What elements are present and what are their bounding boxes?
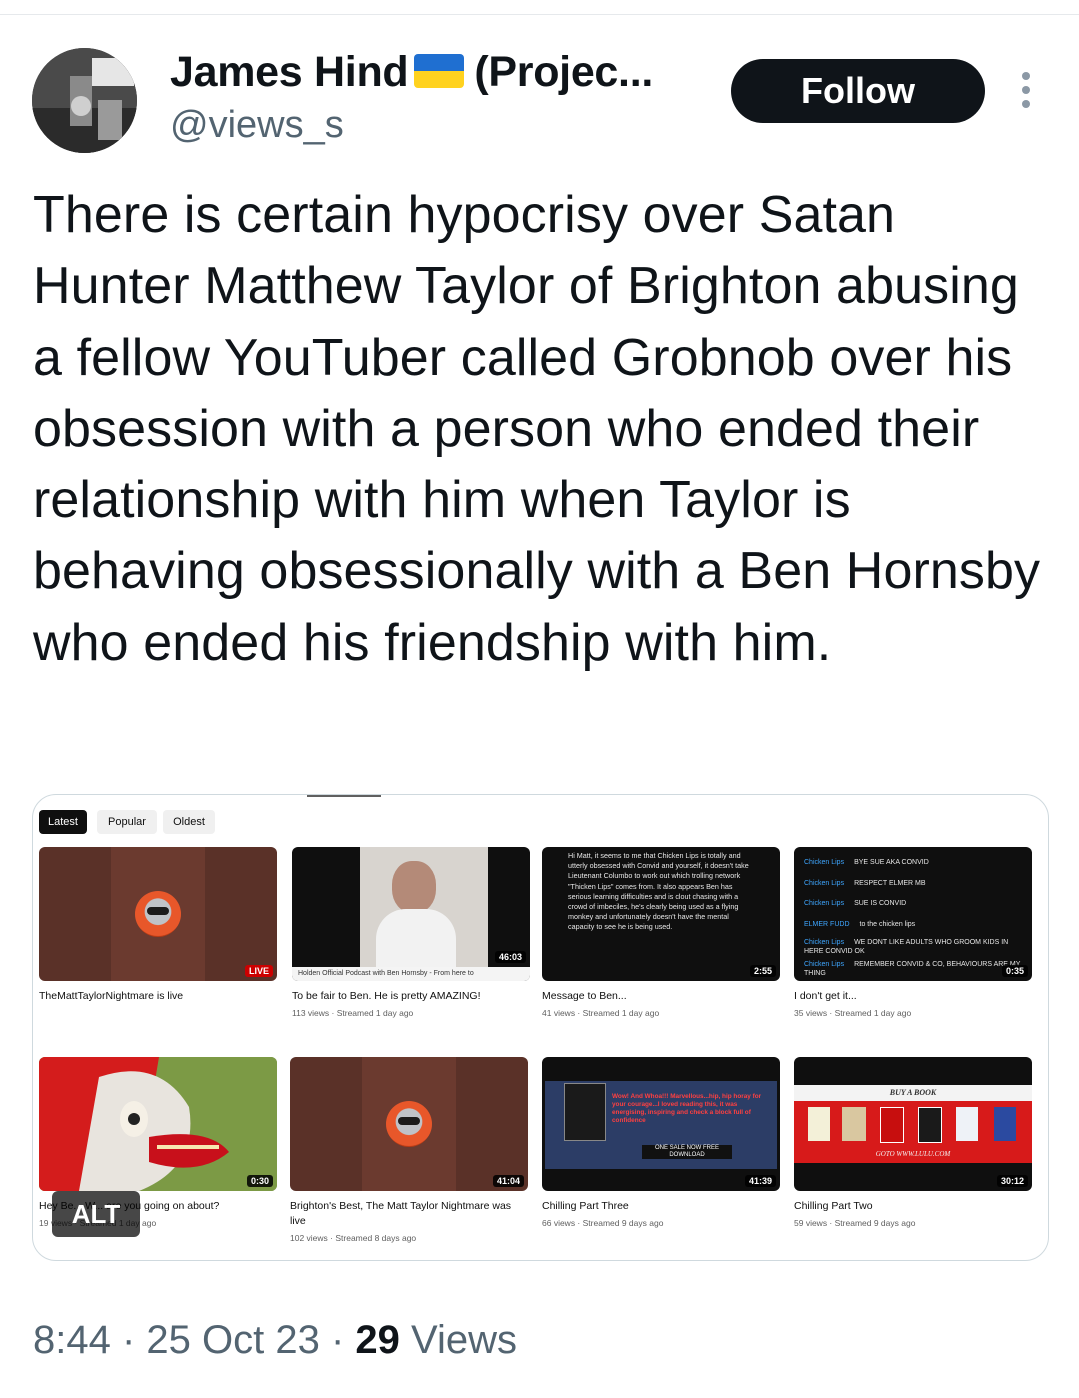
video-card: Chicken Lips BYE SUE AKA CONVID Chicken L…: [794, 847, 1032, 1018]
author-name-text: James Hind: [170, 48, 409, 96]
video-meta: 35 views · Streamed 1 day ago: [794, 1008, 912, 1018]
promo-text: Wow! And Whoa!!! Marvellous...hip, hip h…: [612, 1093, 762, 1124]
video-meta: 66 views · Streamed 9 days ago: [542, 1218, 664, 1228]
video-title: To be fair to Ben. He is pretty AMAZING!: [292, 990, 481, 1002]
video-card: 41:04 Brighton's Best, The Matt Taylor N…: [290, 1057, 528, 1243]
tweet-text: There is certain hypocrisy over Satan Hu…: [33, 186, 1041, 672]
video-thumbnail: Wow! And Whoa!!! Marvellous...hip, hip h…: [542, 1057, 780, 1191]
duration-badge: 46:03: [494, 951, 526, 963]
video-thumbnail: Hi Matt, it seems to me that Chicken Lip…: [542, 847, 780, 981]
video-card: LIVE TheMattTaylorNightmare is live: [39, 847, 277, 1004]
thumbnail-caption: Holden Official Podcast with Ben Hornsby…: [292, 967, 530, 981]
tweet-date[interactable]: 25 Oct 23: [146, 1318, 319, 1362]
video-card: Holden Official Podcast with Ben Hornsby…: [292, 847, 530, 1018]
duration-badge: 41:04: [492, 1175, 524, 1187]
filter-latest: Latest: [39, 810, 87, 834]
author-avatar[interactable]: [32, 48, 137, 153]
live-badge: LIVE: [244, 965, 273, 977]
video-card: BUY A BOOK GOTO WWW.LULU.COM 30:12 Chill…: [794, 1057, 1032, 1228]
chat-line: Chicken Lips WE DONT LIKE ADULTS WHO GROO…: [804, 939, 1009, 955]
duration-badge: 0:35: [1001, 965, 1028, 977]
video-card: Wow! And Whoa!!! Marvellous...hip, hip h…: [542, 1057, 780, 1228]
ukraine-flag-icon: [414, 54, 465, 88]
video-meta: 113 views · Streamed 1 day ago: [292, 1008, 414, 1018]
video-card: Hi Matt, it seems to me that Chicken Lip…: [542, 847, 780, 1018]
tweet-footer: 8:44 · 25 Oct 23 · 29 Views: [33, 1318, 517, 1362]
tab-indicator: [307, 795, 381, 797]
views-label: Views: [411, 1318, 517, 1362]
tweet-time[interactable]: 8:44: [33, 1318, 111, 1362]
views-count: 29: [355, 1318, 400, 1362]
video-thumbnail: 41:04: [290, 1057, 528, 1191]
video-thumbnail: Chicken Lips BYE SUE AKA CONVID Chicken L…: [794, 847, 1032, 981]
video-title: Chilling Part Two: [794, 1200, 873, 1212]
message-text: Hi Matt, it seems to me that Chicken Lip…: [542, 847, 780, 981]
mascot-icon: [386, 1101, 432, 1147]
video-title: I don't get it...: [794, 990, 857, 1002]
chat-line: Chicken Lips REMEMBER CONVID & CO, BEHAVI…: [804, 961, 1021, 977]
video-title: Brighton's Best, The Matt Taylor Nightma…: [290, 1200, 512, 1227]
chat-line: Chicken Lips SUE IS CONVID: [804, 900, 907, 907]
duration-badge: 30:12: [996, 1175, 1028, 1187]
video-meta: 59 views · Streamed 9 days ago: [794, 1218, 916, 1228]
video-meta: 41 views · Streamed 1 day ago: [542, 1008, 660, 1018]
video-title: TheMattTaylorNightmare is live: [39, 990, 184, 1002]
promo-button: ONE SALE NOW FREE DOWNLOAD: [642, 1145, 732, 1159]
more-options-icon[interactable]: [1016, 72, 1036, 112]
promo-bottom-text: GOTO WWW.LULU.COM: [875, 1150, 951, 1158]
video-thumbnail: Holden Official Podcast with Ben Hornsby…: [292, 847, 530, 981]
duration-badge: 2:55: [749, 965, 776, 977]
follow-button[interactable]: Follow: [731, 59, 985, 123]
tweet-media-image[interactable]: Latest Popular Oldest LIVE TheMattTaylor…: [32, 794, 1049, 1261]
video-title: Message to Ben...: [542, 990, 627, 1002]
promo-top-text: BUY A BOOK: [794, 1085, 1032, 1101]
author-name[interactable]: James Hind (Projec...: [170, 48, 653, 97]
duration-badge: 41:39: [744, 1175, 776, 1187]
rooster-image: [39, 1057, 277, 1191]
mascot-icon: [135, 891, 181, 937]
duration-badge: 0:30: [246, 1175, 273, 1187]
video-thumbnail: BUY A BOOK GOTO WWW.LULU.COM 30:12: [794, 1057, 1032, 1191]
chat-line: ELMER FUDD to the chicken lips: [804, 920, 916, 928]
author-name-suffix: (Projec...: [474, 48, 653, 96]
author-handle[interactable]: @views_s: [170, 104, 344, 147]
video-thumbnail: LIVE: [39, 847, 277, 981]
top-divider: [0, 14, 1079, 15]
filter-popular: Popular: [97, 810, 157, 834]
video-title: Chilling Part Three: [542, 1200, 629, 1212]
book-cover: [564, 1083, 606, 1141]
chat-line: Chicken Lips BYE SUE AKA CONVID: [804, 859, 929, 866]
video-thumbnail: 0:30: [39, 1057, 277, 1191]
video-meta: 102 views · Streamed 8 days ago: [290, 1233, 417, 1243]
filter-oldest: Oldest: [163, 810, 215, 834]
chat-overlay: Chicken Lips BYE SUE AKA CONVID Chicken L…: [794, 847, 1032, 981]
alt-badge[interactable]: ALT: [52, 1191, 140, 1237]
chat-line: Chicken Lips RESPECT ELMER MB: [804, 879, 926, 887]
